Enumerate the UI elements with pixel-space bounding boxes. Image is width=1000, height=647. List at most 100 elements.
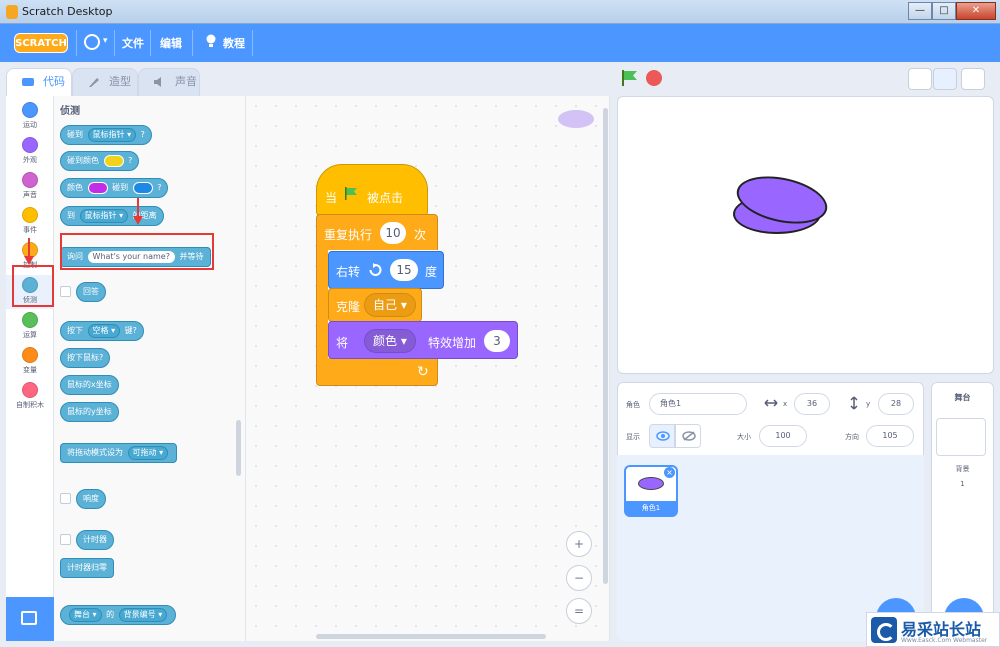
block-mouse-down[interactable]: 按下鼠标?: [60, 348, 111, 368]
checkbox-timer[interactable]: [60, 534, 71, 545]
fullscreen-button[interactable]: [961, 68, 985, 90]
stop-button[interactable]: [646, 70, 662, 86]
watermark: 易采站长站 Www.Easck.Com Webmaster: [866, 612, 1000, 647]
block-text: 将拖动模式设为: [67, 448, 123, 457]
annotation-arrow: [28, 238, 30, 256]
tab-code[interactable]: 代码: [6, 68, 72, 97]
x-field[interactable]: 36: [794, 393, 830, 415]
variables-icon: [22, 347, 38, 363]
effect-type-dropdown[interactable]: 颜色 ▾: [364, 329, 416, 353]
repeat-count-input[interactable]: 10: [380, 222, 406, 244]
color-swatch[interactable]: [132, 181, 153, 194]
category-label: 事件: [23, 226, 37, 234]
y-label: y: [866, 400, 871, 408]
add-extension-button[interactable]: [6, 597, 54, 641]
turn-degrees-input[interactable]: 15: [390, 259, 418, 281]
category-events[interactable]: 事件: [6, 205, 54, 239]
menu-file[interactable]: 文件: [122, 35, 144, 51]
block-when-flag-clicked[interactable]: 当 被点击: [316, 164, 428, 216]
checkbox-loudness[interactable]: [60, 493, 71, 504]
menu-tutorials[interactable]: 教程: [223, 35, 245, 51]
green-flag-icon: [345, 187, 357, 200]
sprite-name-field[interactable]: 角色1: [649, 393, 747, 415]
category-menu: 运动 外观 声音 事件 控制 侦测 运算 变量 自制积木: [6, 96, 54, 641]
my-blocks-icon: [22, 382, 38, 398]
block-mouse-y[interactable]: 鼠标的y坐标: [60, 402, 119, 422]
block-reset-timer[interactable]: 计时器归零: [60, 558, 114, 578]
block-text: 当: [325, 191, 338, 205]
brush-icon: [89, 78, 99, 87]
rotate-right-icon: [369, 263, 382, 276]
block-text: 颜色: [67, 183, 83, 192]
zoom-reset-button[interactable]: =: [566, 598, 592, 624]
chevron-down-icon[interactable]: ▾: [103, 36, 108, 46]
block-color-touching-color[interactable]: 颜色 碰到 ?: [60, 178, 169, 198]
block-text: ?: [157, 183, 162, 192]
close-button[interactable]: ✕: [956, 2, 996, 20]
stage-canvas[interactable]: [617, 96, 994, 374]
small-stage-button[interactable]: [908, 68, 932, 90]
block-dropdown[interactable]: 舞台 ▾: [69, 608, 102, 622]
block-touching[interactable]: 碰到 鼠标指针 ▾ ?: [60, 125, 152, 145]
zoom-in-button[interactable]: +: [566, 531, 592, 557]
block-touching-color[interactable]: 碰到颜色 ?: [60, 151, 140, 171]
turn-label: 右转: [336, 265, 361, 279]
category-sound[interactable]: 声音: [6, 170, 54, 204]
category-motion[interactable]: 运动: [6, 100, 54, 134]
block-text: 到: [67, 211, 75, 220]
maximize-button[interactable]: □: [932, 2, 956, 20]
zoom-out-button[interactable]: −: [566, 565, 592, 591]
block-dropdown[interactable]: 背景编号 ▾: [118, 608, 168, 622]
block-of-sprite[interactable]: 舞台 ▾ 的 背景编号 ▾: [60, 605, 177, 625]
block-mouse-x[interactable]: 鼠标的x坐标: [60, 375, 119, 395]
color-swatch[interactable]: [103, 154, 124, 167]
y-field[interactable]: 28: [878, 393, 914, 415]
lightbulb-icon[interactable]: [205, 34, 217, 48]
tab-costumes-label: 造型: [109, 75, 131, 88]
tab-sounds[interactable]: 声音: [138, 68, 200, 96]
block-set-drag-mode[interactable]: 将拖动模式设为 可拖动 ▾: [60, 443, 178, 463]
effect-value-input[interactable]: 3: [484, 330, 510, 352]
sprite-name-label: 角色: [626, 401, 640, 409]
checkbox-answer[interactable]: [60, 286, 71, 297]
category-variables[interactable]: 变量: [6, 345, 54, 379]
script-horizontal-scrollbar[interactable]: [316, 634, 546, 639]
vertical-arrows-icon: [850, 396, 858, 410]
menu-edit[interactable]: 编辑: [160, 35, 182, 51]
annotation-box-category: [12, 265, 54, 307]
scratch-logo[interactable]: SCRATCH: [14, 33, 68, 53]
block-dropdown[interactable]: 鼠标指针 ▾: [79, 209, 129, 223]
globe-icon[interactable]: [84, 34, 100, 50]
show-sprite-button[interactable]: [649, 424, 675, 448]
block-key-pressed[interactable]: 按下 空格 ▾ 键?: [60, 321, 144, 341]
normal-stage-button[interactable]: [933, 68, 957, 90]
block-dropdown[interactable]: 空格 ▾: [87, 324, 121, 338]
clone-target-dropdown[interactable]: 自己 ▾: [364, 293, 416, 317]
menu-divider: [114, 30, 115, 56]
block-text: ?: [128, 156, 133, 165]
palette-scrollbar[interactable]: [236, 420, 241, 476]
minimize-button[interactable]: —: [908, 2, 932, 20]
block-timer[interactable]: 计时器: [76, 530, 114, 550]
direction-field[interactable]: 105: [866, 425, 914, 447]
block-loudness[interactable]: 响度: [76, 489, 106, 509]
eye-slash-icon: [682, 431, 696, 441]
annotation-box-ask-block: [60, 233, 214, 270]
delete-sprite-button[interactable]: ×: [664, 467, 675, 478]
block-dropdown[interactable]: 可拖动 ▾: [127, 446, 169, 460]
block-text: ?: [140, 130, 145, 139]
category-looks[interactable]: 外观: [6, 135, 54, 169]
size-field[interactable]: 100: [759, 425, 807, 447]
annotation-arrow-head: [133, 216, 143, 225]
script-vertical-scrollbar[interactable]: [603, 108, 608, 584]
block-dropdown[interactable]: 鼠标指针 ▾: [87, 128, 137, 142]
backdrop-thumbnail[interactable]: [936, 418, 986, 456]
block-answer[interactable]: 回答: [76, 282, 106, 302]
green-flag-button[interactable]: [620, 69, 638, 87]
category-my-blocks[interactable]: 自制积木: [6, 380, 54, 414]
hide-sprite-button[interactable]: [675, 424, 701, 448]
category-operators[interactable]: 运算: [6, 310, 54, 344]
tab-costumes[interactable]: 造型: [72, 68, 138, 96]
block-distance-to[interactable]: 到 鼠标指针 ▾ 的距离: [60, 206, 164, 226]
color-swatch[interactable]: [87, 181, 108, 194]
